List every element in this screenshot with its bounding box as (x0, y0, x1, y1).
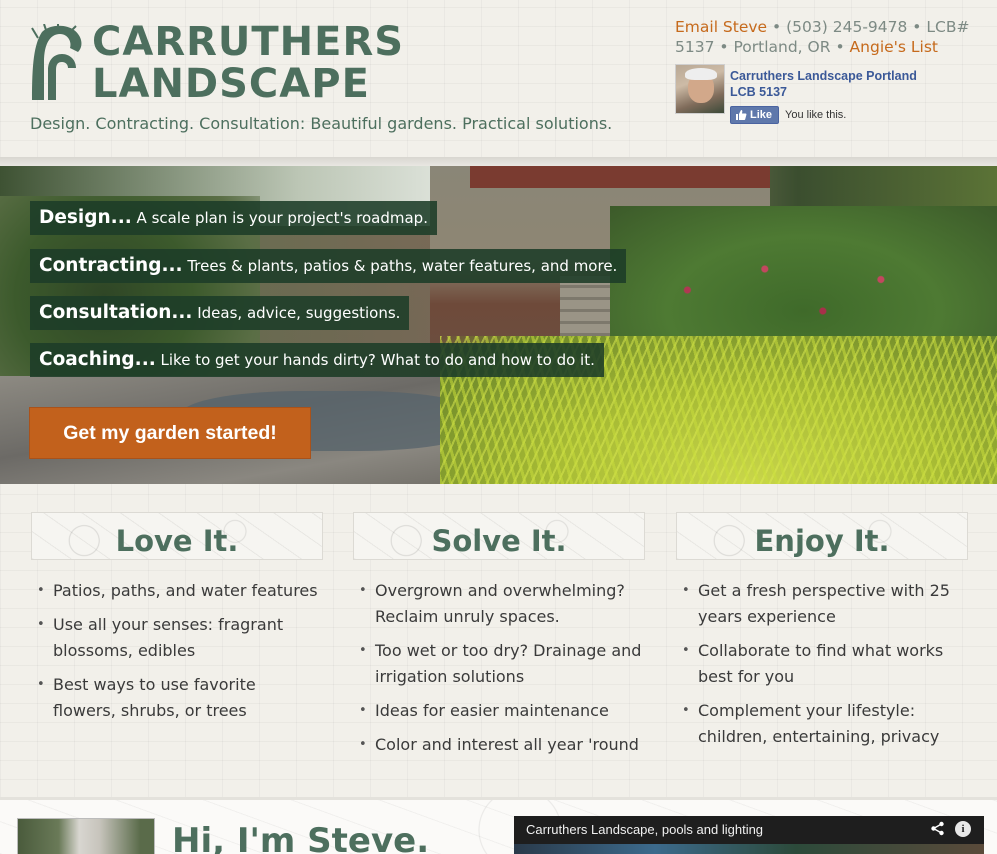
features-section: Love It. Patios, paths, and water featur… (0, 484, 997, 799)
list-item: Color and interest all year 'round (359, 732, 645, 758)
list-item: Best ways to use favorite flowers, shrub… (37, 672, 323, 724)
list-item: Overgrown and overwhelming? Reclaim unru… (359, 578, 645, 630)
feature-list: Get a fresh perspective with 25 years ex… (676, 578, 968, 750)
share-icon[interactable] (930, 821, 945, 836)
list-item: Collaborate to find what works best for … (682, 638, 968, 690)
tree-logo-icon[interactable] (28, 24, 84, 102)
solve-it-column: Solve It. Overgrown and overwhelming? Re… (353, 512, 645, 766)
like-status: You like this. (785, 109, 847, 121)
facebook-page-link[interactable]: Carruthers Landscape Portland LCB 5137 (730, 68, 917, 100)
hero-service-design: Design... A scale plan is your project's… (30, 201, 437, 235)
about-section: Hi, I'm Steve. Carruthers Landscape, poo… (0, 800, 997, 854)
hero-service-title: Design... (39, 207, 132, 228)
hero-service-text: A scale plan is your project's roadmap. (131, 209, 428, 227)
list-item: Use all your senses: fragrant blossoms, … (37, 612, 323, 664)
separator: • (912, 18, 922, 36)
column-heading: Enjoy It. (676, 512, 968, 560)
feature-list: Overgrown and overwhelming? Reclaim unru… (353, 578, 645, 758)
hero-service-text: Trees & plants, patios & paths, water fe… (182, 257, 618, 275)
about-heading: Hi, I'm Steve. (172, 821, 430, 854)
get-garden-started-button[interactable]: Get my garden started! (29, 407, 311, 459)
list-item: Too wet or too dry? Drainage and irrigat… (359, 638, 645, 690)
hero-service-title: Consultation... (39, 302, 193, 323)
facebook-page-name[interactable]: Carruthers Landscape Portland (730, 68, 917, 84)
column-heading: Love It. (31, 512, 323, 560)
facebook-profile-photo[interactable] (675, 64, 725, 114)
separator: • (719, 38, 729, 56)
facebook-like-box: Carruthers Landscape Portland LCB 5137 L… (675, 64, 975, 126)
logo-wordmark-line2[interactable]: LANDSCAPE (92, 64, 370, 104)
video-title[interactable]: Carruthers Landscape, pools and lighting (526, 822, 763, 837)
site-header: CARRUTHERS LANDSCAPE Design. Contracting… (0, 0, 997, 160)
tagline: Design. Contracting. Consultation: Beaut… (30, 114, 613, 133)
hero-service-text: Ideas, advice, suggestions. (192, 304, 401, 322)
column-heading: Solve It. (353, 512, 645, 560)
header-divider (0, 157, 997, 166)
facebook-like-button[interactable]: Like (730, 106, 780, 124)
city: Portland, OR (733, 38, 831, 56)
feature-list: Patios, paths, and water features Use al… (31, 578, 323, 724)
separator: • (772, 18, 782, 36)
hero-service-title: Coaching... (39, 349, 156, 370)
hero-service-consultation: Consultation... Ideas, advice, suggestio… (30, 296, 410, 330)
thumbs-up-icon (736, 110, 747, 120)
hero-service-contracting: Contracting... Trees & plants, patios & … (30, 249, 627, 283)
video-thumbnail[interactable] (514, 844, 984, 854)
love-it-column: Love It. Patios, paths, and water featur… (31, 512, 323, 732)
info-icon[interactable]: i (955, 821, 971, 837)
contact-info: Email Steve • (503) 245-9478 • LCB# 5137… (675, 17, 975, 57)
hero-service-coaching: Coaching... Like to get your hands dirty… (30, 343, 604, 377)
list-item: Patios, paths, and water features (37, 578, 323, 604)
list-item: Ideas for easier maintenance (359, 698, 645, 724)
steve-photo (17, 818, 155, 854)
video-player[interactable]: Carruthers Landscape, pools and lighting… (514, 816, 984, 854)
facebook-page-subtitle[interactable]: LCB 5137 (730, 84, 917, 100)
separator: • (835, 38, 845, 56)
hero-service-text: Like to get your hands dirty? What to do… (155, 351, 595, 369)
hero-photo-roof (470, 166, 770, 188)
lcb-prefix: LCB# (926, 18, 970, 36)
email-steve-link[interactable]: Email Steve (675, 18, 767, 36)
enjoy-it-column: Enjoy It. Get a fresh perspective with 2… (676, 512, 968, 758)
logo-wordmark-line1[interactable]: CARRUTHERS (92, 22, 404, 62)
hero-service-title: Contracting... (39, 255, 183, 276)
phone-number: (503) 245-9478 (786, 18, 908, 36)
list-item: Get a fresh perspective with 25 years ex… (682, 578, 968, 630)
lcb-number: 5137 (675, 38, 715, 56)
like-label: Like (750, 109, 773, 121)
angies-list-link[interactable]: Angie's List (850, 38, 938, 56)
list-item: Complement your lifestyle: children, ent… (682, 698, 968, 750)
